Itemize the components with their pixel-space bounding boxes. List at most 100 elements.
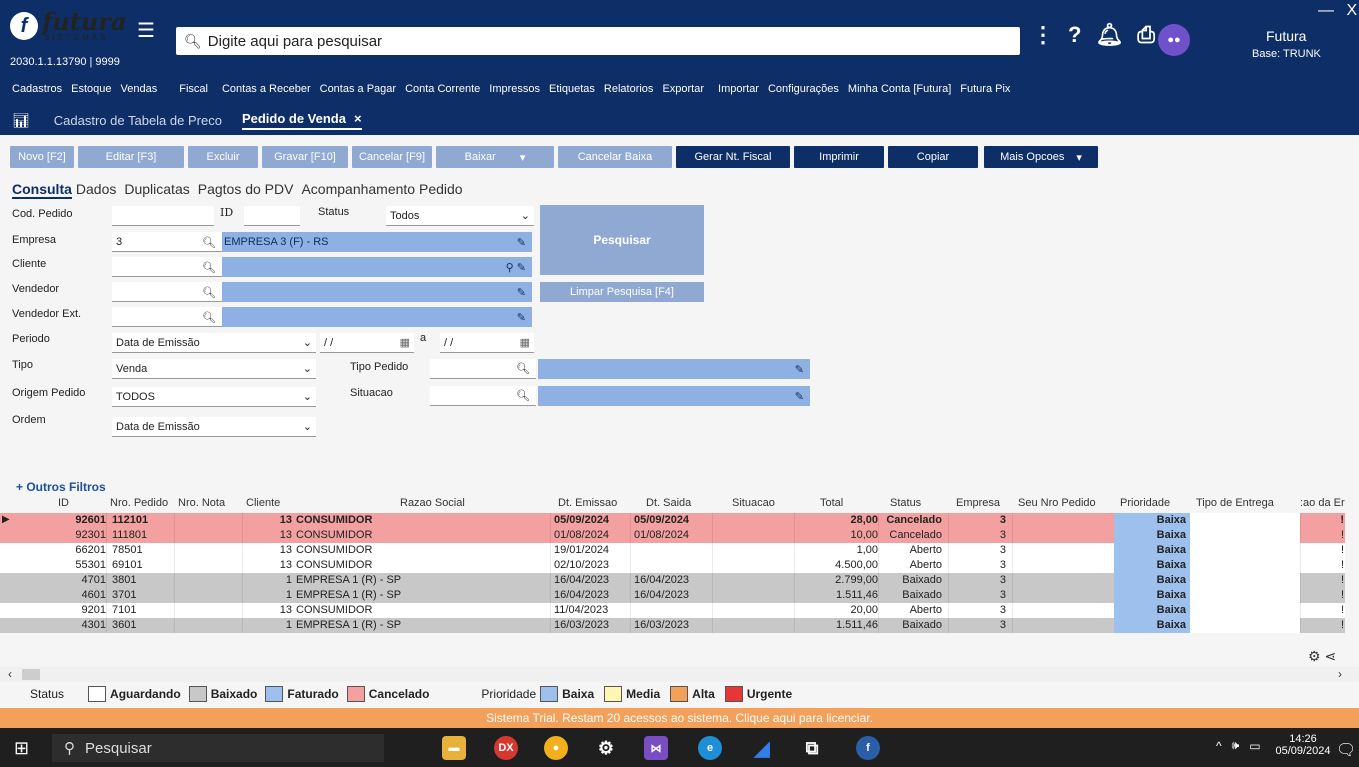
periodo-select[interactable]: Data de Emissão ⌄	[112, 333, 316, 353]
menu-minha-conta[interactable]: Minha Conta [Futura]	[848, 83, 951, 95]
scroll-thumb[interactable]	[22, 669, 40, 680]
table-row[interactable]: 92601 112101 13 CONSUMIDOR 05/09/2024 05/09/2…	[0, 513, 1345, 528]
visual-studio-icon[interactable]: ⋈	[644, 736, 668, 760]
help-icon[interactable]: ?	[1068, 22, 1081, 48]
baixar-button[interactable]: Baixar ▾	[436, 146, 554, 168]
limpar-pesquisa-button[interactable]: Limpar Pesquisa [F4]	[540, 282, 704, 302]
pencil-icon[interactable]: ✎	[795, 363, 804, 376]
tipo-pedido-input[interactable]: 🔍︎	[430, 359, 536, 379]
col-tipo-entrega[interactable]: Tipo de Entrega	[1196, 497, 1274, 509]
novo-button[interactable]: Novo [F2]	[10, 146, 74, 168]
col-status[interactable]: Status	[890, 497, 921, 509]
task-view-icon[interactable]: ⧉	[800, 736, 824, 760]
analytics-icon[interactable]: ⚲	[506, 262, 514, 274]
grid-settings-icon[interactable]: ⚙ ⋖	[1308, 648, 1336, 665]
subtab-duplicatas[interactable]: Duplicatas	[124, 181, 189, 199]
menu-importar[interactable]: Importar	[718, 83, 759, 95]
devexpress-icon[interactable]: DX	[494, 736, 518, 760]
excluir-button[interactable]: Excluir	[188, 146, 258, 168]
ordem-select[interactable]: Data de Emissão ⌄	[112, 417, 316, 437]
col-razao-social[interactable]: Razao Social	[400, 497, 465, 509]
date-from-input[interactable]: / / ▦	[320, 333, 414, 353]
file-explorer-icon[interactable]: ▬	[442, 736, 466, 760]
menu-relatorios[interactable]: Relatorios	[604, 83, 654, 95]
volume-icon[interactable]: 🕪︎	[1232, 738, 1240, 753]
windows-start-icon[interactable]: ⊞	[14, 738, 29, 759]
subtab-consulta[interactable]: Consulta	[12, 181, 72, 199]
pencil-icon[interactable]: ✎	[517, 311, 526, 324]
col-dt-emissao[interactable]: Dt. Emissao	[558, 497, 617, 509]
col-dt-saida[interactable]: Dt. Saida	[646, 497, 691, 509]
pencil-icon[interactable]: ✎	[517, 236, 526, 249]
outros-filtros-toggle[interactable]: + Outros Filtros	[16, 480, 106, 494]
col-empresa[interactable]: Empresa	[956, 497, 1000, 509]
col-id[interactable]: ID	[58, 497, 69, 509]
menu-cadastros[interactable]: Cadastros	[12, 83, 62, 95]
calendar-icon[interactable]: ▦	[400, 336, 410, 349]
col-situacao[interactable]: Situacao	[732, 497, 775, 509]
menu-configuracoes[interactable]: Configurações	[768, 83, 839, 95]
search-icon[interactable]: 🔍︎	[202, 311, 216, 324]
menu-impressos[interactable]: Impressos	[489, 83, 540, 95]
app-icon[interactable]: ◢	[750, 736, 774, 760]
col-prioridade[interactable]: Prioridade	[1120, 497, 1170, 509]
minimize-icon[interactable]: —	[1318, 2, 1334, 19]
pencil-icon[interactable]: ✎	[517, 286, 526, 299]
subtab-pagtos-pdv[interactable]: Pagtos do PDV	[198, 181, 294, 199]
subtab-acompanhamento[interactable]: Acompanhamento Pedido	[301, 181, 462, 199]
tipo-select[interactable]: Venda ⌄	[112, 359, 316, 379]
chevron-up-icon[interactable]: ^	[1216, 739, 1222, 753]
menu-etiquetas[interactable]: Etiquetas	[549, 83, 595, 95]
scroll-left-icon[interactable]: ‹	[8, 667, 12, 681]
calendar-icon[interactable]: ▦	[520, 336, 530, 349]
search-icon[interactable]: 🔍︎	[202, 261, 216, 274]
subtab-dados[interactable]: Dados	[76, 181, 116, 199]
pencil-icon[interactable]: ✎	[517, 262, 526, 274]
pencil-icon[interactable]: ✎	[795, 390, 804, 403]
imprimir-button[interactable]: Imprimir	[794, 146, 884, 168]
menu-contas-pagar[interactable]: Contas a Pagar	[320, 83, 396, 95]
mais-opcoes-button[interactable]: Mais Opcoes ▾	[984, 146, 1098, 168]
user-info[interactable]: Futura Base: TRUNK	[1252, 28, 1321, 60]
table-row[interactable]: 92301 111801 13 CONSUMIDOR 01/08/2024 01/08/2…	[0, 528, 1345, 543]
notifications-icon[interactable]: 🗨︎	[1336, 740, 1356, 760]
chart-icon[interactable]: 📊︎	[12, 112, 30, 129]
edge-icon[interactable]: e	[698, 736, 722, 760]
taskbar-search[interactable]: ⚲ Pesquisar	[52, 734, 384, 762]
printer-icon[interactable]: ⎙	[1137, 22, 1155, 48]
search-icon[interactable]: 🔍︎	[202, 236, 216, 249]
col-truncated[interactable]: :ao da Er	[1300, 497, 1345, 509]
tab-tabela-preco[interactable]: Cadastro de Tabela de Preco	[54, 113, 222, 128]
table-row[interactable]: 55301 69101 13 CONSUMIDOR 02/10/2023 4.500,00…	[0, 558, 1345, 573]
trial-banner[interactable]: Sistema Trial. Restam 20 acessos ao sist…	[0, 708, 1359, 728]
bell-icon[interactable]: 🔔︎	[1095, 22, 1123, 48]
copiar-button[interactable]: Copiar	[888, 146, 978, 168]
col-seu-nro-pedido[interactable]: Seu Nro Pedido	[1018, 497, 1096, 509]
status-select[interactable]: Todos ⌄	[386, 206, 534, 226]
menu-contas-receber[interactable]: Contas a Receber	[222, 83, 311, 95]
menu-vendas[interactable]: Vendas	[121, 83, 158, 95]
menu-exportar[interactable]: Exportar	[662, 83, 704, 95]
horizontal-scrollbar[interactable]: ‹ ›	[0, 667, 1359, 682]
settings-icon[interactable]: ⚙	[594, 736, 618, 760]
tab-pedido-venda[interactable]: Pedido de Venda ×	[241, 111, 362, 130]
menu-fiscal[interactable]: Fiscal	[179, 83, 208, 95]
more-vertical-icon[interactable]: ⋮	[1032, 22, 1054, 48]
date-to-input[interactable]: / / ▦	[440, 333, 534, 353]
cancelar-button[interactable]: Cancelar [F9]	[352, 146, 432, 168]
col-total[interactable]: Total	[820, 497, 843, 509]
menu-estoque[interactable]: Estoque	[71, 83, 111, 95]
chrome-icon[interactable]: ●	[544, 736, 568, 760]
table-row[interactable]: 4301 3601 1 EMPRESA 1 (R) - SP 16/03/2023 16/…	[0, 618, 1345, 633]
table-row[interactable]: 9201 7101 13 CONSUMIDOR 11/04/2023 20,00 Abert…	[0, 603, 1345, 618]
search-input[interactable]: 🔍︎ Digite aqui para pesquisar	[176, 27, 1020, 55]
search-icon[interactable]: 🔍︎	[516, 362, 530, 375]
id-input[interactable]	[244, 206, 300, 226]
table-row[interactable]: 4701 3801 1 EMPRESA 1 (R) - SP 16/04/2023 16/…	[0, 573, 1345, 588]
cod-pedido-input[interactable]	[112, 206, 214, 226]
editar-button[interactable]: Editar [F3]	[78, 146, 184, 168]
futura-taskbar-icon[interactable]: f	[856, 736, 880, 760]
cancelar-baixa-button[interactable]: Cancelar Baixa	[558, 146, 672, 168]
gerar-nota-fiscal-button[interactable]: Gerar Nt. Fiscal	[676, 146, 790, 168]
hamburger-menu-icon[interactable]: ☰	[137, 21, 157, 41]
